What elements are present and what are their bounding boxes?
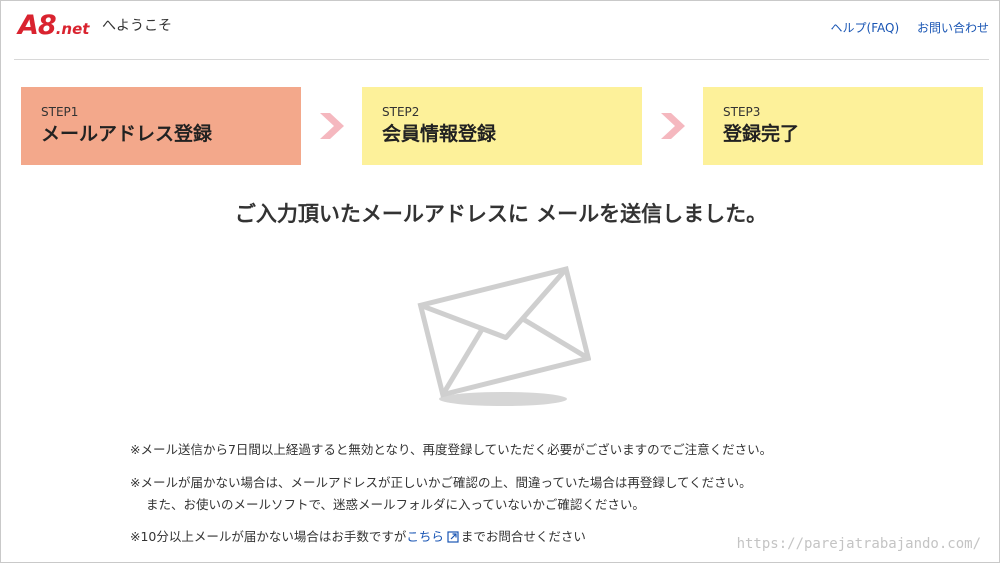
step-label: 会員情報登録: [382, 123, 497, 145]
chevron-right-icon: [661, 113, 685, 139]
logo-main-text: A8: [18, 10, 57, 41]
logo-suffix-text: .net: [55, 20, 90, 38]
note-contact-suffix: までお問合せください: [460, 529, 586, 544]
step-number: STEP2: [382, 105, 420, 119]
note-spam-folder: また、お使いのメールソフトで、迷惑メールフォルダに入っていないかご確認ください。: [146, 497, 645, 512]
header: A8.net へようこそ ヘルプ(FAQ) お問い合わせ: [14, 1, 989, 60]
a8-logo[interactable]: A8.net: [18, 9, 102, 43]
step-number: STEP1: [41, 105, 79, 119]
chevron-right-icon: [320, 113, 344, 139]
step-label: メールアドレス登録: [41, 123, 213, 145]
step-1: STEP1 メールアドレス登録: [21, 87, 301, 165]
external-link-icon[interactable]: [447, 531, 459, 543]
envelope-icon: [417, 266, 591, 406]
note-not-received: ※メールが届かない場合は、メールアドレスが正しいかご確認の上、間違っていた場合は…: [130, 475, 752, 490]
step-label: 登録完了: [723, 123, 800, 145]
contact-link[interactable]: お問い合わせ: [917, 21, 989, 35]
step-progress: STEP1 メールアドレス登録 STEP2 会員情報登録 STEP3 登録完了: [21, 87, 984, 165]
watermark: https://parejatrabajando.com/: [736, 536, 981, 552]
step-number: STEP3: [723, 105, 761, 119]
step-3: STEP3 登録完了: [703, 87, 983, 165]
confirmation-headline: ご入力頂いたメールアドレスに メールを送信しました。: [234, 202, 768, 226]
note-contact: ※10分以上メールが届かない場合はお手数ですがこちら までお問合せください: [130, 528, 586, 546]
help-faq-link[interactable]: ヘルプ(FAQ): [831, 21, 900, 35]
note-contact-prefix: ※10分以上メールが届かない場合はお手数ですが: [130, 529, 407, 544]
note-expiry: ※メール送信から7日間以上経過すると無効となり、再度登録していただく必要がござい…: [130, 442, 773, 457]
header-links: ヘルプ(FAQ) お問い合わせ: [817, 19, 989, 36]
step-2: STEP2 会員情報登録: [362, 87, 642, 165]
page-frame: A8.net へようこそ ヘルプ(FAQ) お問い合わせ STEP1 メールアド…: [0, 0, 1000, 563]
contact-here-link[interactable]: こちら: [406, 529, 444, 544]
welcome-text: へようこそ: [102, 18, 172, 34]
